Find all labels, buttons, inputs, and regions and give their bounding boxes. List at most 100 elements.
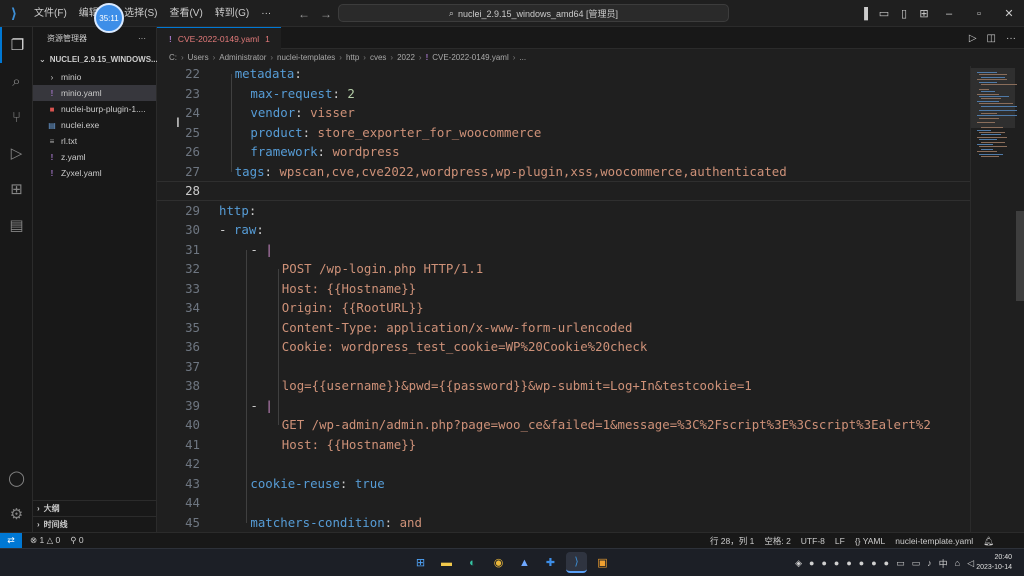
tray-app-icon[interactable]: ▭ <box>912 558 921 569</box>
breadcrumb-item[interactable]: http <box>346 53 359 62</box>
code-line[interactable]: 44 <box>157 493 970 513</box>
restore-button[interactable]: ▫ <box>964 8 994 20</box>
notifications-bell-icon[interactable]: 🔔︎ <box>983 536 994 547</box>
docker-icon[interactable]: ▤ <box>0 207 33 243</box>
menu-selection[interactable]: 选择(S) <box>118 0 163 27</box>
file-explorer-icon[interactable]: ▬ <box>436 552 457 573</box>
file-tree-item[interactable]: › minio <box>33 69 156 85</box>
tab-cve-2022-0149[interactable]: ! CVE-2022-0149.yaml 1 <box>157 27 281 49</box>
indentation[interactable]: 空格: 2 <box>764 535 790 547</box>
photos-app-icon[interactable]: ▲ <box>514 552 535 573</box>
workspace-folder[interactable]: ⌄ NUCLEI_2.9.15_WINDOWS... <box>33 49 158 69</box>
scrollbar-thumb[interactable] <box>1016 211 1024 301</box>
code-line[interactable]: 35 Content-Type: application/x-www-form-u… <box>157 318 970 338</box>
code-line[interactable]: 22 metadata: <box>157 66 970 84</box>
breadcrumb-item[interactable]: ... <box>519 53 526 62</box>
chrome-browser-icon[interactable]: ◉ <box>488 552 509 573</box>
code-line[interactable]: 29 http: <box>157 201 970 221</box>
customize-layout-icon[interactable]: ⊞ <box>914 7 934 20</box>
code-editor[interactable]: 22 metadata:23 max-request: 2 24 vendor: vis… <box>157 66 970 532</box>
app-icon[interactable]: ▣ <box>592 552 613 573</box>
code-line[interactable]: 37 <box>157 357 970 377</box>
code-line[interactable]: 40 GET /wp-admin/admin.php?page=woo_ce&fa… <box>157 415 970 435</box>
code-line[interactable]: 25 product: store_exporter_for_woocommerc… <box>157 123 970 143</box>
minimize-button[interactable]: – <box>934 8 964 20</box>
settings-gear-icon[interactable]: ⚙ <box>0 496 33 532</box>
breadcrumb-item[interactable]: nuclei-templates <box>277 53 335 62</box>
tray-app-icon[interactable]: ● <box>859 558 864 568</box>
remote-indicator-icon[interactable]: ⇄ <box>0 532 22 549</box>
toggle-sidebar-icon[interactable]: ▐ <box>854 8 874 20</box>
code-line[interactable]: 36 Cookie: wordpress_test_cookie=WP%20Coo… <box>157 337 970 357</box>
tray-app-icon[interactable]: ● <box>884 558 889 568</box>
more-actions-icon[interactable]: ··· <box>1006 33 1016 44</box>
breadcrumb-item[interactable]: cves <box>370 53 386 62</box>
edge-browser-icon[interactable]: ◐ <box>462 552 483 573</box>
code-line[interactable]: 33 Host: {{Hostname}} <box>157 279 970 299</box>
more-actions-icon[interactable]: ··· <box>138 34 146 43</box>
encoding[interactable]: UTF-8 <box>801 536 825 546</box>
file-tree-item[interactable]: ! Zyxel.yaml <box>33 165 156 181</box>
extensions-icon[interactable]: ⊞ <box>0 171 33 207</box>
toggle-panel-icon[interactable]: ▭ <box>874 7 894 20</box>
code-line[interactable]: 43 cookie-reuse: true <box>157 474 970 494</box>
file-tree-item[interactable]: ▤ nuclei.exe <box>33 117 156 133</box>
source-control-icon[interactable]: ⑂ <box>0 99 33 135</box>
breadcrumb-item[interactable]: Users <box>188 53 209 62</box>
file-tree-item[interactable]: ! z.yaml <box>33 149 156 165</box>
forward-arrow-icon[interactable]: → <box>320 7 332 21</box>
code-line[interactable]: 28 <box>157 181 970 201</box>
search-view-icon[interactable]: ⌕ <box>0 63 33 99</box>
explorer-icon[interactable]: ❐ <box>0 27 33 63</box>
file-tree-item[interactable]: ! minio.yaml <box>33 85 156 101</box>
shield-icon[interactable]: ◈ <box>795 558 802 569</box>
menu-more[interactable]: ··· <box>255 0 277 27</box>
tray-app-icon[interactable]: ● <box>871 558 876 568</box>
code-line[interactable]: 30 - raw: <box>157 220 970 240</box>
breadcrumb-item[interactable]: Administrator <box>219 53 266 62</box>
run-icon[interactable]: ▷ <box>969 33 977 44</box>
windows-start-icon[interactable]: ⊞ <box>410 552 431 573</box>
code-line[interactable]: 38 log={{username}}&pwd={{password}}&wp-s… <box>157 376 970 396</box>
errors-status[interactable]: ⊗ 1 △ 0 <box>30 535 60 546</box>
code-line[interactable]: 23 max-request: 2 <box>157 84 970 104</box>
code-line[interactable]: 41 Host: {{Hostname}} <box>157 435 970 455</box>
tray-app-icon[interactable]: ● <box>821 558 826 568</box>
back-arrow-icon[interactable]: ← <box>298 7 310 21</box>
code-line[interactable]: 42 <box>157 454 970 474</box>
ime-indicator[interactable]: 中 <box>939 557 948 570</box>
tray-app-icon[interactable]: ▭ <box>896 558 905 569</box>
vscode-taskbar-icon[interactable]: ⟩ <box>566 552 587 573</box>
cursor-position[interactable]: 行 28，列 1 <box>710 535 754 547</box>
code-line[interactable]: 27 tags: wpscan,cve,cve2022,wordpress,wp-… <box>157 162 970 182</box>
end-of-line[interactable]: LF <box>835 536 845 546</box>
language-mode[interactable]: {} YAML <box>855 536 885 546</box>
code-line[interactable]: 45 matchers-condition: and <box>157 513 970 533</box>
code-line[interactable]: 39 - | <box>157 396 970 416</box>
code-line[interactable]: 31 - | <box>157 240 970 260</box>
toggle-secondary-sidebar-icon[interactable]: ▯ <box>894 7 914 20</box>
microphone-icon[interactable]: ♪ <box>927 558 932 568</box>
file-tree-item[interactable]: ≡ rl.txt <box>33 133 156 149</box>
code-line[interactable]: 26 framework: wordpress <box>157 142 970 162</box>
code-line[interactable]: 34 Origin: {{RootURL}} <box>157 298 970 318</box>
close-window-button[interactable]: ✕ <box>994 7 1024 20</box>
tray-app-icon[interactable]: ● <box>809 558 814 568</box>
tray-app-icon[interactable]: ● <box>834 558 839 568</box>
menu-go[interactable]: 转到(G) <box>209 0 255 27</box>
timeline-section[interactable]: › 时间线 <box>33 516 157 532</box>
tray-app-icon[interactable]: ● <box>846 558 851 568</box>
code-line[interactable]: 32 POST /wp-login.php HTTP/1.1 <box>157 259 970 279</box>
code-line[interactable]: 24 vendor: visser <box>157 103 970 123</box>
menu-file[interactable]: 文件(F) <box>28 0 73 27</box>
menu-view[interactable]: 查看(V) <box>163 0 208 27</box>
network-icon[interactable]: ⌂ <box>955 558 960 568</box>
account-icon[interactable]: ◯ <box>0 460 33 496</box>
file-tree-item[interactable]: ■ nuclei-burp-plugin-1.... <box>33 101 156 117</box>
minimap[interactable] <box>970 66 1024 532</box>
yaml-schema[interactable]: nuclei-template.yaml <box>895 536 973 546</box>
breadcrumb-item[interactable]: CVE-2022-0149.yaml <box>432 53 508 62</box>
breadcrumb-item[interactable]: 2022 <box>397 53 415 62</box>
run-debug-icon[interactable]: ▷ <box>0 135 33 171</box>
app-icon[interactable]: ✚ <box>540 552 561 573</box>
